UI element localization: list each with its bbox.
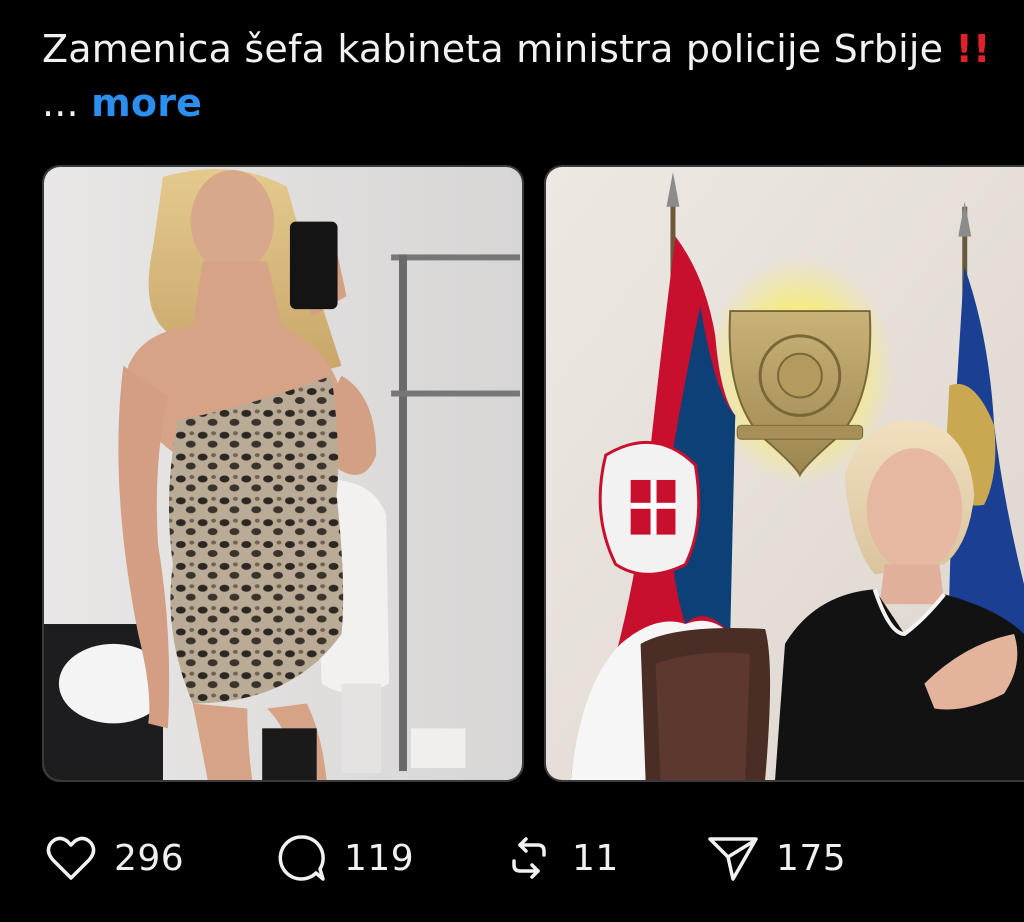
heart-icon bbox=[46, 836, 96, 880]
comment-icon bbox=[278, 835, 325, 881]
reply-button[interactable]: 119 bbox=[272, 828, 414, 888]
share-count: 175 bbox=[776, 837, 847, 879]
office-image bbox=[546, 167, 1024, 780]
send-icon bbox=[708, 837, 758, 881]
office-photo[interactable] bbox=[544, 165, 1024, 782]
repost-icon bbox=[512, 837, 546, 879]
share-button[interactable]: 175 bbox=[704, 828, 846, 888]
more-link[interactable]: more bbox=[91, 81, 202, 125]
caption-text: Zamenica šefa kabineta ministra policije… bbox=[42, 27, 944, 71]
post-actions: 296 119 11 175 bbox=[42, 828, 1002, 888]
double-exclamation-emoji: !! bbox=[955, 27, 991, 71]
caption-ellipsis: ... bbox=[42, 81, 79, 125]
reply-count: 119 bbox=[344, 837, 415, 879]
repost-button[interactable]: 11 bbox=[500, 828, 619, 888]
post: Zamenica šefa kabineta ministra policije… bbox=[0, 0, 1024, 922]
like-count: 296 bbox=[114, 837, 185, 879]
post-caption: Zamenica šefa kabineta ministra policije… bbox=[42, 22, 1002, 130]
selfie-photo[interactable] bbox=[42, 165, 524, 782]
like-button[interactable]: 296 bbox=[42, 828, 184, 888]
selfie-image bbox=[44, 167, 522, 780]
repost-count: 11 bbox=[572, 837, 619, 879]
